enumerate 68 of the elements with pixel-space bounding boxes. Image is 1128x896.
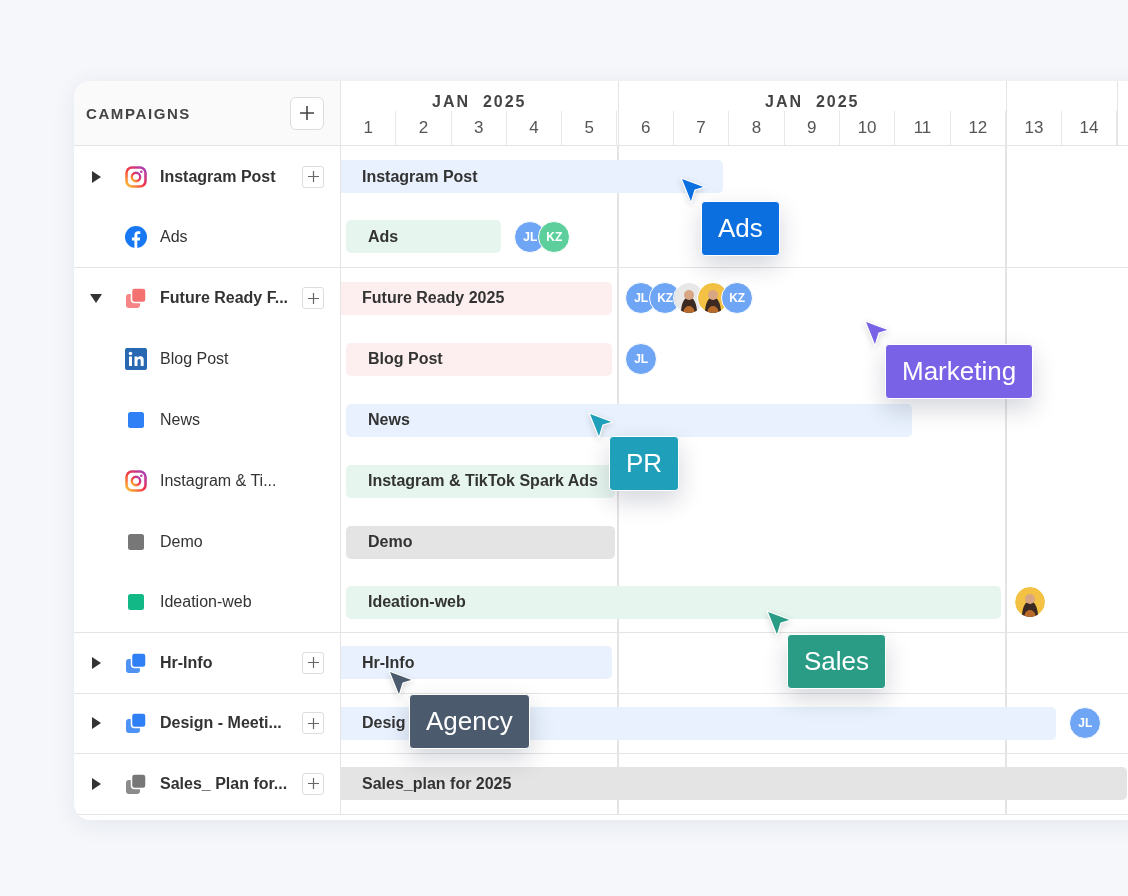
campaign-name[interactable]: News [160, 411, 340, 429]
avatar: JL [625, 343, 658, 375]
day-number: 3 [451, 111, 507, 145]
task-bar[interactable]: Instagram Post [341, 160, 723, 193]
avatar: KZ [538, 220, 571, 253]
campaign-name[interactable]: Demo [160, 533, 340, 551]
linkedin-icon [125, 348, 147, 370]
add-button[interactable] [302, 287, 324, 309]
caret-down-icon[interactable] [90, 292, 102, 304]
campaigns-title: CAMPAIGNS [86, 104, 191, 122]
day-number: 8 [729, 111, 785, 145]
campaign-name[interactable]: Instagram & Ti... [160, 472, 340, 490]
caret-right-icon[interactable] [90, 717, 102, 730]
day-number: 14 [1062, 111, 1117, 145]
cursor-tooltip: Agency [409, 694, 530, 749]
day-number: 13 [1007, 111, 1062, 145]
campaign-name[interactable]: Design - Meeti... [160, 714, 302, 733]
campaign-name[interactable]: Sales_ Plan for... [160, 774, 302, 793]
caret-right-icon[interactable] [90, 777, 102, 790]
add-button[interactable] [290, 96, 324, 130]
cursor-tooltip: Sales [787, 634, 887, 689]
campaign-name[interactable]: Ads [160, 227, 340, 246]
cursor-tooltip: Ads [701, 201, 780, 256]
day-number: 7 [673, 111, 730, 145]
avatar: JL [1069, 707, 1102, 740]
plus-icon [299, 105, 315, 121]
day-number: 10 [839, 111, 896, 145]
task-bar[interactable]: Demo [346, 525, 616, 559]
task-bar[interactable]: Sales_plan for 2025 [341, 767, 1127, 801]
add-button[interactable] [302, 712, 324, 735]
cursor-tooltip: PR [609, 436, 680, 491]
plus-icon [307, 657, 319, 669]
task-bar[interactable]: News [346, 403, 912, 437]
campaign-name[interactable]: Blog Post [160, 350, 340, 368]
plus-icon [307, 717, 319, 729]
day-number: 4 [506, 111, 563, 145]
plus-icon [307, 778, 319, 790]
instagram-icon [125, 470, 147, 492]
add-button[interactable] [302, 772, 324, 795]
campaign-name[interactable]: Hr-Info [160, 653, 302, 672]
add-button[interactable] [302, 651, 324, 674]
campaign-name[interactable]: Future Ready F... [160, 289, 302, 307]
avatar: KZ [721, 282, 754, 314]
caret-right-icon[interactable] [90, 170, 102, 183]
day-number: 2 [396, 111, 452, 145]
month-label: JAN 2025 [765, 93, 860, 111]
plus-icon [307, 292, 319, 304]
facebook-icon [125, 225, 147, 248]
day-number: 9 [784, 111, 840, 145]
cursor-tooltip: Marketing [885, 344, 1034, 399]
day-number: 5 [562, 111, 618, 145]
task-bar[interactable]: Future Ready 2025 [341, 281, 613, 315]
instagram-icon [125, 165, 147, 188]
task-bar[interactable]: Instagram & TikTok Spark Ads [346, 464, 616, 498]
task-bar[interactable]: Blog Post [346, 342, 613, 376]
month-label: JAN 2025 [432, 93, 527, 111]
caret-right-icon[interactable] [90, 656, 102, 669]
campaign-name[interactable]: Ideation-web [160, 593, 340, 612]
add-button[interactable] [302, 165, 324, 188]
day-number: 1 [341, 111, 397, 145]
campaign-name[interactable]: Instagram Post [160, 167, 302, 186]
day-number: 12 [950, 111, 1006, 145]
day-number: 11 [895, 111, 951, 145]
task-bar[interactable]: Ideation-web [346, 585, 1002, 619]
day-number: 6 [618, 111, 674, 145]
task-bar[interactable]: Hr-Info [341, 646, 613, 680]
plus-icon [307, 171, 319, 182]
task-bar[interactable]: Ads [346, 220, 502, 254]
